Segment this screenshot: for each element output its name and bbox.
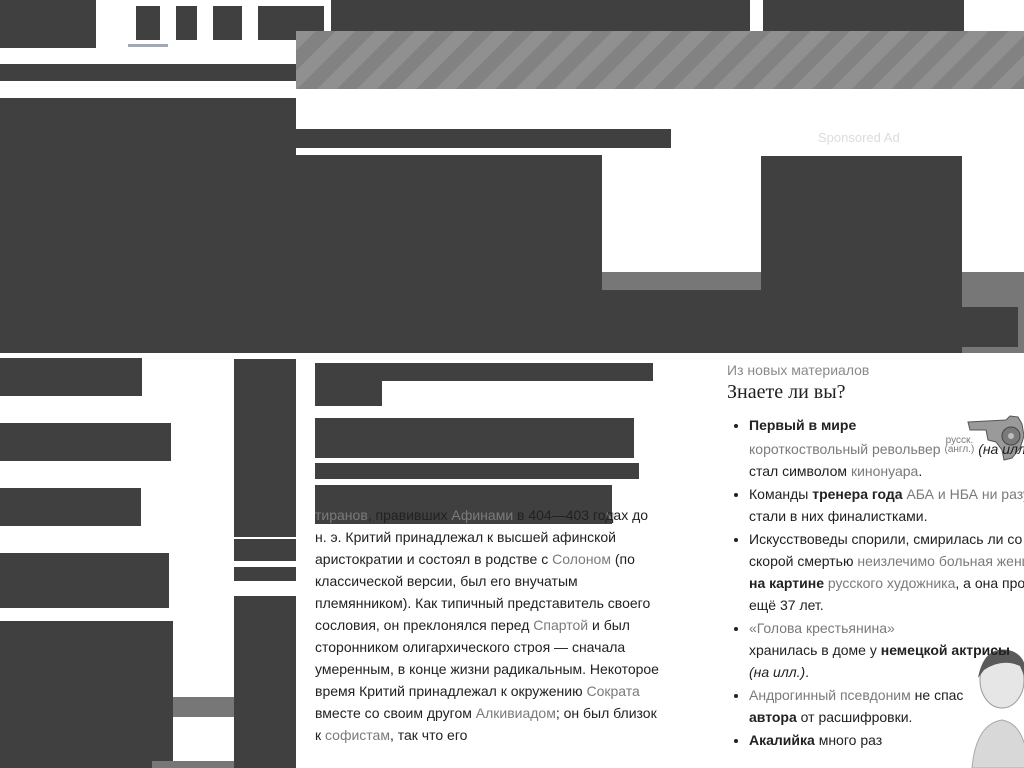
side-nav-5[interactable] <box>0 621 173 768</box>
link-short-barrel[interactable]: короткоствольный револьвер <box>749 441 941 457</box>
dyk-list: Первый в мире короткоствольный револьвер… <box>733 414 1024 752</box>
article-image-block <box>315 418 634 458</box>
dyk-item-6: Акалийка много раз <box>749 729 1024 751</box>
link-sparta[interactable]: Спартой <box>533 617 588 633</box>
link-peasant-head[interactable]: «Голова крестьянина» <box>749 620 895 636</box>
hero-main-block <box>296 155 602 353</box>
side-nav-1[interactable] <box>0 358 142 396</box>
article-title-bar <box>315 363 653 381</box>
side-col-2 <box>234 539 296 561</box>
link-socrates[interactable]: Сократа <box>587 683 640 699</box>
hero-gray-strip <box>602 272 761 290</box>
side-col-4 <box>234 596 296 768</box>
link-solon[interactable]: Солоном <box>552 551 611 567</box>
dyk-item-3: Искусствоведы спорили, смирилась ли со с… <box>749 528 1024 616</box>
link-aba-nba[interactable]: АБА и НБА ни разу не <box>906 486 1024 502</box>
article-caption-bar <box>315 463 639 479</box>
top-tab-2[interactable] <box>176 6 197 40</box>
active-tab-underline <box>128 44 168 47</box>
header-banner-image <box>296 31 1024 89</box>
side-nav-4[interactable] <box>0 553 169 608</box>
dyk-kicker: Из новых материалов <box>727 362 870 378</box>
side-col-1 <box>234 359 296 537</box>
link-russian-artist[interactable]: русского художника <box>828 575 955 591</box>
side-gray-patch <box>173 697 234 717</box>
sponsored-label: Sponsored Ad <box>818 130 900 145</box>
link-sophists[interactable]: софистам <box>325 727 390 743</box>
link-noir[interactable]: кинонуара <box>851 463 918 479</box>
link-athens[interactable]: Афинами <box>451 507 513 523</box>
article-body: тиранов, правивших Афинами в 404—403 год… <box>315 507 659 743</box>
article-title-bar-2 <box>315 381 382 406</box>
link-incurable[interactable]: неизлечимо больная женщина <box>857 553 1024 569</box>
dyk-item-2: Команды тренера года АБА и НБА ни разу н… <box>749 483 1024 527</box>
top-tab-1[interactable] <box>136 6 160 40</box>
hero-bottom-bar <box>602 290 962 353</box>
hero-left-block <box>0 98 296 353</box>
hero-title-bar <box>296 129 671 148</box>
dyk-title: Знаете ли вы? <box>727 381 846 403</box>
side-col-3 <box>234 567 296 581</box>
link-alcibiades[interactable]: Алкивиадом <box>476 705 556 721</box>
top-tab-3[interactable] <box>213 6 242 40</box>
side-nav-3[interactable] <box>0 488 141 526</box>
top-search-block[interactable] <box>331 0 750 31</box>
dyk-item-5: Андрогинный псевдоним не спас автора от … <box>749 684 1024 728</box>
dyk-item-1: Первый в мире короткоствольный револьвер… <box>749 414 1024 482</box>
hero-right-bar <box>962 307 1018 347</box>
link-tyrants[interactable]: тиранов <box>315 507 368 523</box>
dyk-item-4: «Голова крестьянина» хранилась в доме у … <box>749 617 1024 683</box>
sidebar-bar <box>0 64 296 81</box>
lang-glosses: русск. (англ.) <box>944 435 975 455</box>
side-nav-2[interactable] <box>0 423 171 461</box>
logo-block[interactable] <box>0 0 96 48</box>
link-androgynous[interactable]: Андрогинный псевдоним <box>749 687 911 703</box>
top-right-block[interactable] <box>763 0 964 31</box>
side-gray-patch-2 <box>152 761 234 768</box>
